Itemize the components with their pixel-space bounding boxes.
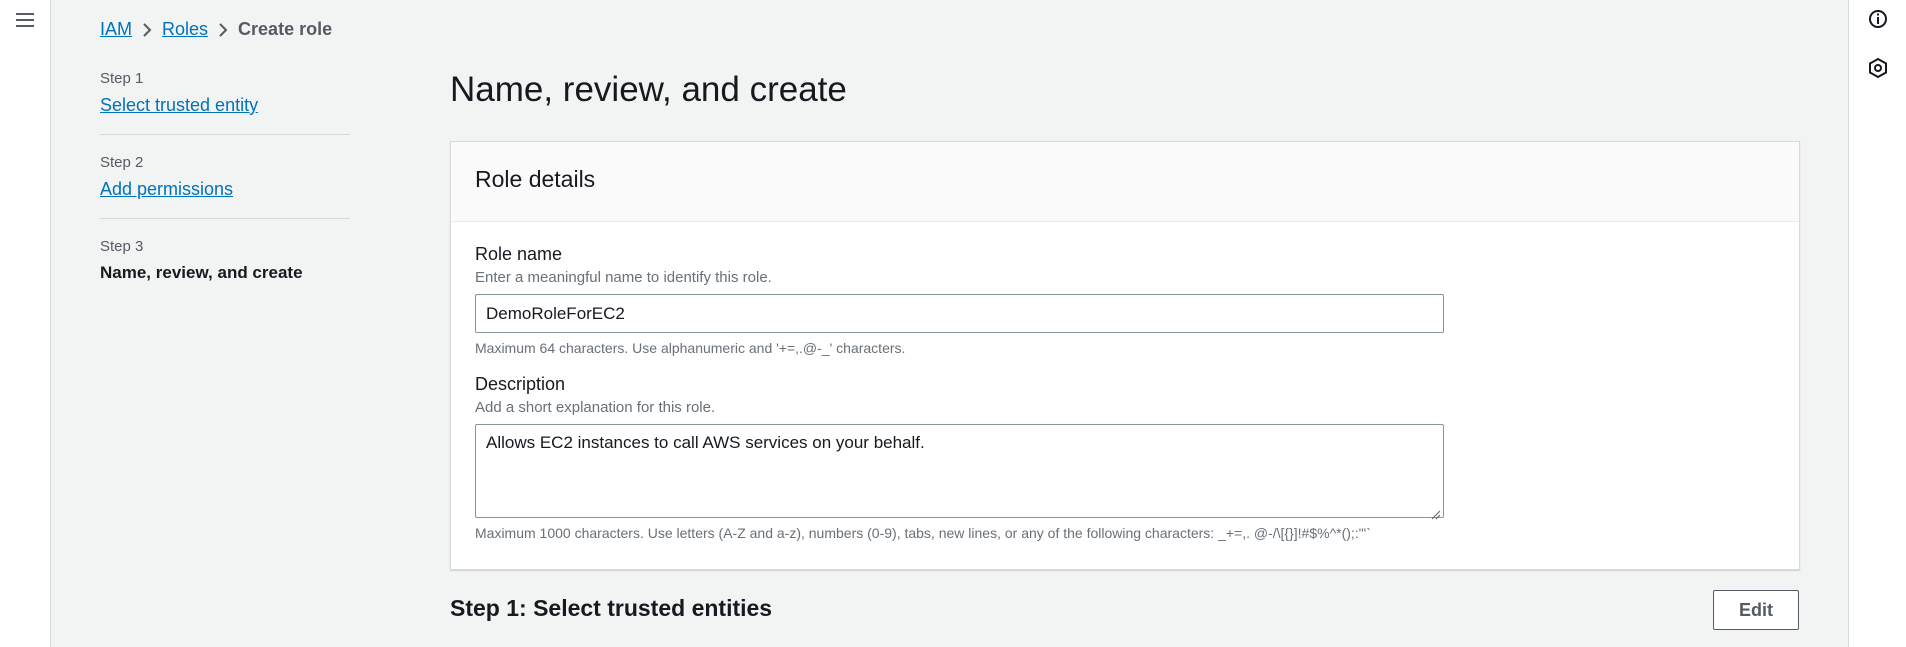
step-link-select-trusted-entity[interactable]: Select trusted entity bbox=[100, 95, 350, 116]
role-name-input[interactable]: DemoRoleForEC2 bbox=[475, 294, 1444, 333]
wizard-step-2: Step 2 Add permissions bbox=[100, 154, 350, 219]
role-name-description: Enter a meaningful name to identify this… bbox=[475, 269, 772, 286]
step-current-label: Name, review, and create bbox=[100, 263, 303, 282]
info-icon[interactable] bbox=[1867, 8, 1889, 30]
wizard-step-1: Step 1 Select trusted entity bbox=[100, 70, 350, 135]
hexagon-tool-icon[interactable] bbox=[1867, 57, 1889, 79]
step-number: Step 1 bbox=[100, 70, 144, 87]
step-number: Step 3 bbox=[100, 238, 144, 255]
description-help: Add a short explanation for this role. bbox=[475, 399, 716, 416]
role-name-label: Role name bbox=[475, 244, 563, 264]
wizard-steps: Step 1 Select trusted entity Step 2 Add … bbox=[100, 70, 350, 320]
hamburger-icon[interactable] bbox=[14, 9, 36, 31]
role-details-panel: Role details Role name Enter a meaningfu… bbox=[450, 141, 1800, 570]
chevron-right-icon bbox=[208, 20, 238, 40]
description-label: Description bbox=[475, 374, 566, 394]
breadcrumb-link-iam[interactable]: IAM bbox=[100, 19, 132, 40]
breadcrumb: IAM Roles Create role bbox=[100, 19, 332, 40]
left-nav-rail bbox=[0, 0, 51, 647]
description-value: Allows EC2 instances to call AWS service… bbox=[486, 433, 925, 452]
resize-handle-icon[interactable] bbox=[1431, 505, 1441, 520]
page-title: Name, review, and create bbox=[450, 70, 847, 109]
section-title-step1: Step 1: Select trusted entities bbox=[450, 595, 773, 621]
chevron-right-icon bbox=[132, 20, 162, 40]
description-textarea[interactable]: Allows EC2 instances to call AWS service… bbox=[475, 424, 1444, 520]
step-number: Step 2 bbox=[100, 154, 144, 171]
step-link-add-permissions[interactable]: Add permissions bbox=[100, 179, 350, 200]
edit-button[interactable]: Edit bbox=[1713, 590, 1799, 630]
breadcrumb-current: Create role bbox=[238, 19, 333, 39]
panel-header: Role details bbox=[451, 142, 1799, 222]
description-hint: Maximum 1000 characters. Use letters (A-… bbox=[475, 525, 1371, 541]
wizard-step-3: Step 3 Name, review, and create bbox=[100, 238, 350, 301]
breadcrumb-link-roles[interactable]: Roles bbox=[162, 19, 208, 40]
role-name-hint: Maximum 64 characters. Use alphanumeric … bbox=[475, 340, 906, 356]
right-tools-rail bbox=[1848, 0, 1906, 647]
